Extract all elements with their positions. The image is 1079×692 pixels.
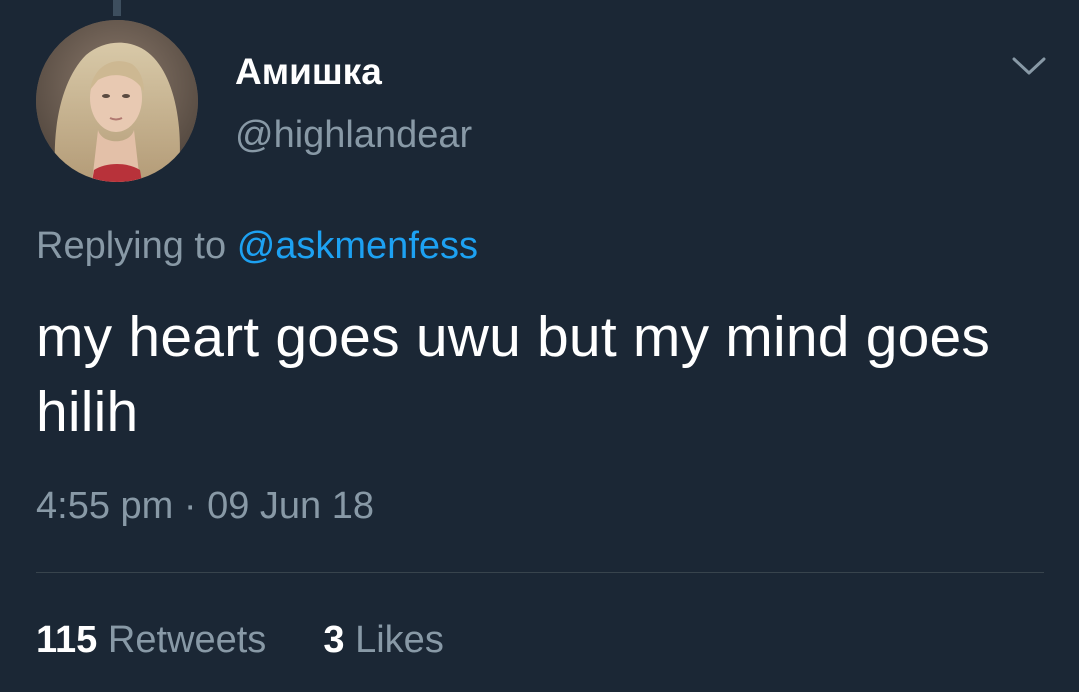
tweet-detail-view: Амишка @highlandear Replying to @askmenf… — [0, 0, 1079, 692]
tweet-stats: 115 Retweets 3 Likes — [36, 621, 444, 659]
user-handle[interactable]: @highlandear — [235, 116, 472, 154]
tweet-timestamp[interactable]: 4:55 pm · 09 Jun 18 — [36, 487, 374, 525]
divider — [36, 572, 1044, 573]
retweets-count: 115 — [36, 619, 98, 661]
likes-label: Likes — [355, 619, 444, 661]
reply-mention-link[interactable]: @askmenfess — [237, 225, 478, 267]
chevron-down-icon[interactable] — [1011, 55, 1047, 77]
likes-count: 3 — [323, 619, 345, 661]
retweets-stat[interactable]: 115 Retweets — [36, 619, 277, 661]
tweet-text: my heart goes uwu but my mind goes hilih — [36, 305, 991, 444]
retweets-label: Retweets — [107, 619, 267, 661]
avatar-photo — [36, 20, 198, 182]
likes-stat[interactable]: 3 Likes — [313, 619, 444, 661]
replying-to-line: Replying to @askmenfess — [36, 227, 478, 265]
display-name[interactable]: Амишка — [235, 53, 382, 90]
replying-to-label: Replying to — [36, 225, 227, 267]
avatar[interactable] — [36, 20, 198, 182]
thread-connector-line — [113, 0, 121, 16]
